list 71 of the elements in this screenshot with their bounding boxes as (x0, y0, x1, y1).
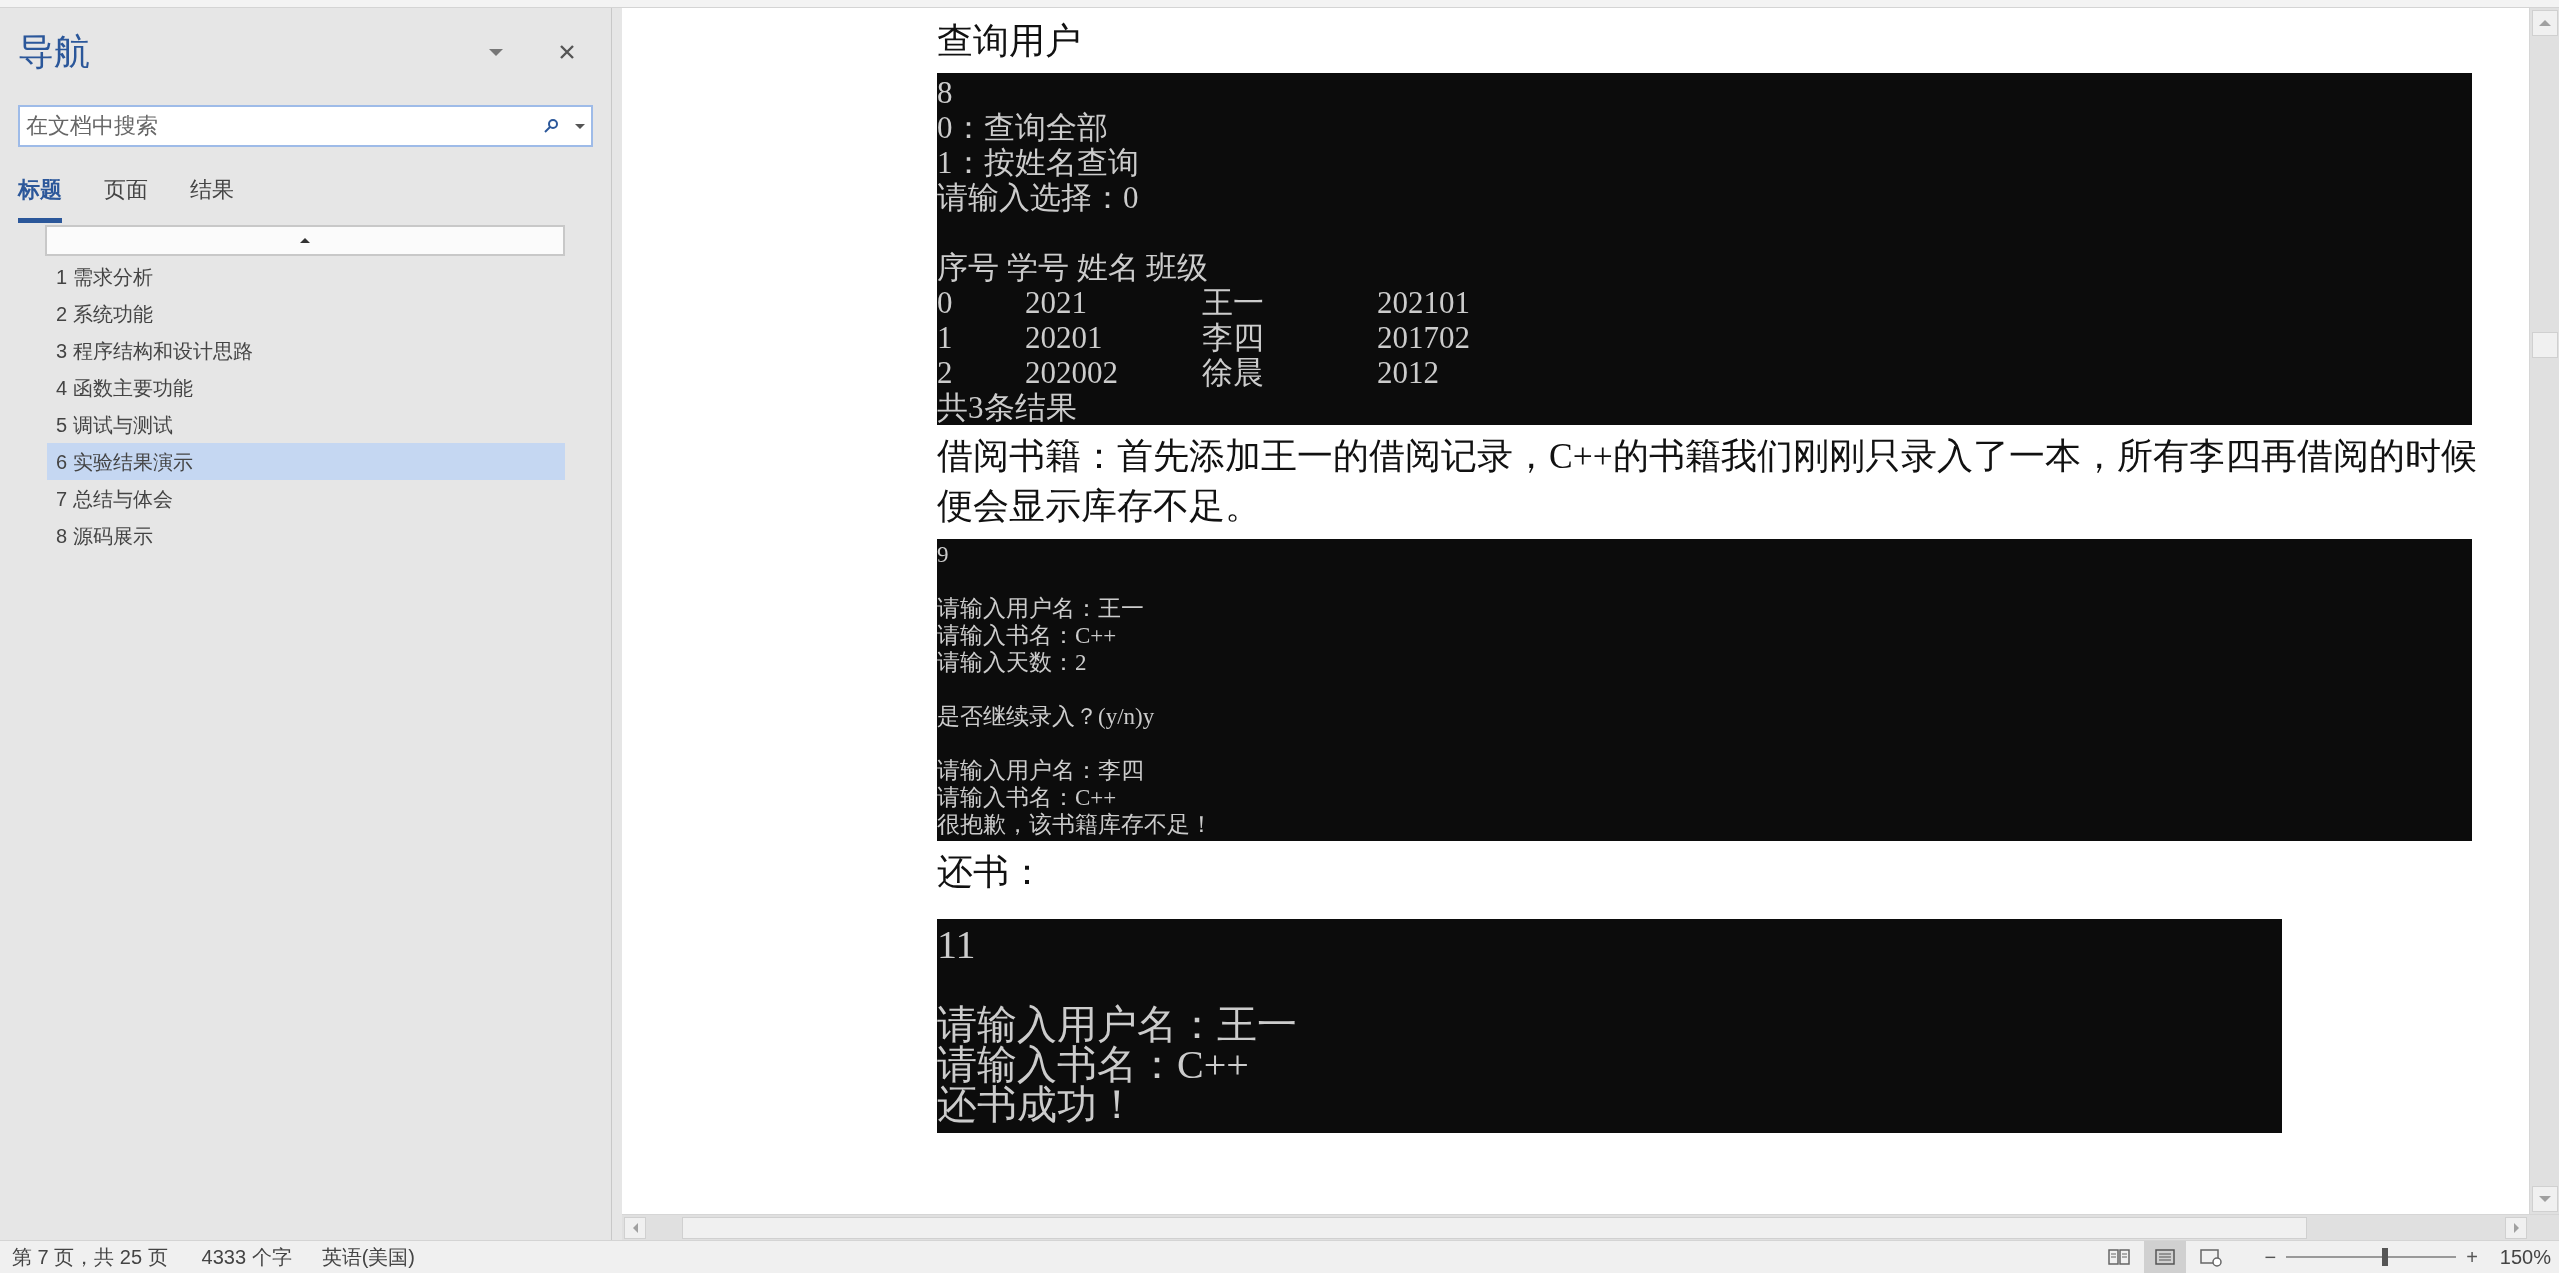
console-line: 很抱歉，该书籍库存不足！ (937, 811, 1213, 838)
console-line: 请输入用户名：王一 (937, 595, 1144, 622)
console-cell-text: 2021 (1025, 285, 1088, 320)
view-button[interactable] (2144, 1240, 2187, 1273)
collapse-button[interactable] (45, 225, 565, 256)
search-field[interactable]: 在文档中搜索 (18, 105, 593, 147)
scroll-up-button[interactable] (2531, 10, 2558, 36)
console-line: 9 (937, 541, 949, 568)
page-icon (2153, 1247, 2178, 1267)
console-cell-text: 1 (937, 320, 954, 355)
scroll-down-button[interactable] (2531, 1186, 2558, 1212)
console-cell-text: 201702 (1377, 320, 1471, 355)
console-line: 请输入用户名：李四 (937, 757, 1144, 784)
tab[interactable]: 页面 (104, 173, 148, 223)
book-icon (2107, 1247, 2132, 1267)
console-line: 1：按姓名查询 (937, 145, 1139, 180)
word-count[interactable]: 4333 个字 (201, 1242, 292, 1272)
console-line: 8 (937, 75, 953, 110)
console-cell-text: 20201 (1025, 320, 1104, 355)
close-icon[interactable] (559, 44, 575, 60)
pane-title: 导航 (18, 34, 90, 70)
heading-item[interactable]: 3 程序结构和设计思路 (47, 332, 565, 369)
search-icon[interactable] (543, 118, 559, 134)
vertical-scrollbar[interactable] (2529, 8, 2559, 1214)
console-line: 请输入书名：C++ (937, 622, 1117, 649)
console-cell-text: 0 (937, 285, 954, 320)
heading-item[interactable]: 8 源码展示 (47, 517, 565, 554)
console-line: 请输入用户名：王一 (937, 1005, 1297, 1045)
console-line: 请输入书名：C++ (937, 784, 1117, 811)
console-cell-text: 202101 (1377, 285, 1471, 320)
globe-page-icon (2199, 1247, 2224, 1267)
language-indicator[interactable]: 英语(美国) (321, 1242, 415, 1272)
heading-item[interactable]: 1 需求分析 (47, 258, 565, 295)
heading-item[interactable]: 7 总结与体会 (47, 480, 565, 517)
scroll-left-button[interactable] (624, 1216, 646, 1239)
console-line: 共3条结果 (937, 390, 1077, 425)
tab[interactable]: 结果 (190, 173, 234, 223)
console-line: 还书成功！ (937, 1085, 1137, 1125)
paragraph: 查询用户 (937, 20, 1082, 63)
dropdown-icon[interactable] (489, 48, 503, 56)
console-cell-text: 徐晨 (1202, 355, 1265, 390)
console-line: 请输入选择：0 (937, 180, 1139, 215)
zoom-out-button[interactable]: − (2264, 1242, 2277, 1272)
heading-item[interactable]: 5 调试与测试 (47, 406, 565, 443)
heading-item[interactable]: 6 实验结果演示 (47, 443, 565, 480)
console-cell-text: 202002 (1025, 355, 1119, 390)
collapse-icon (300, 238, 310, 243)
console-line: 序号 学号 姓名 班级 (937, 250, 1209, 285)
console-line: 11 (937, 925, 976, 965)
zoom-slider[interactable] (2286, 1248, 2457, 1266)
heading-item[interactable]: 2 系统功能 (47, 295, 565, 332)
dropdown-icon[interactable] (575, 123, 585, 129)
console-line: 请输入书名：C++ (937, 1045, 1249, 1085)
paragraph: 借阅书籍：首先添加王一的借阅记录，C++的书籍我们刚刚只录入了一本，所有李四再借阅的时候便会显示库存不足。 (937, 435, 2478, 528)
console-cell-text: 李四 (1202, 320, 1265, 355)
console-line: 是否继续录入？(y/n)y (937, 703, 1155, 730)
console-cell-text: 2 (937, 355, 954, 390)
console-cell-text: 王一 (1202, 285, 1265, 320)
slider-thumb[interactable] (2381, 1248, 2388, 1266)
paragraph: 还书： (937, 851, 1046, 894)
zoom-in-button[interactable]: + (2466, 1242, 2478, 1272)
scroll-thumb[interactable] (682, 1216, 2307, 1239)
heading-item[interactable]: 4 函数主要功能 (47, 369, 565, 406)
page-count[interactable]: 第 7 页，共 25 页 (12, 1242, 168, 1272)
console-cell-text: 2012 (1377, 355, 1440, 390)
console-line: 请输入天数：2 (937, 649, 1087, 676)
scroll-right-button[interactable] (2505, 1216, 2527, 1239)
scroll-thumb[interactable] (2531, 332, 2558, 358)
horizontal-scrollbar[interactable] (622, 1214, 2559, 1240)
console-line: 0：查询全部 (937, 110, 1108, 145)
zoom-level[interactable]: 150% (2499, 1242, 2551, 1272)
